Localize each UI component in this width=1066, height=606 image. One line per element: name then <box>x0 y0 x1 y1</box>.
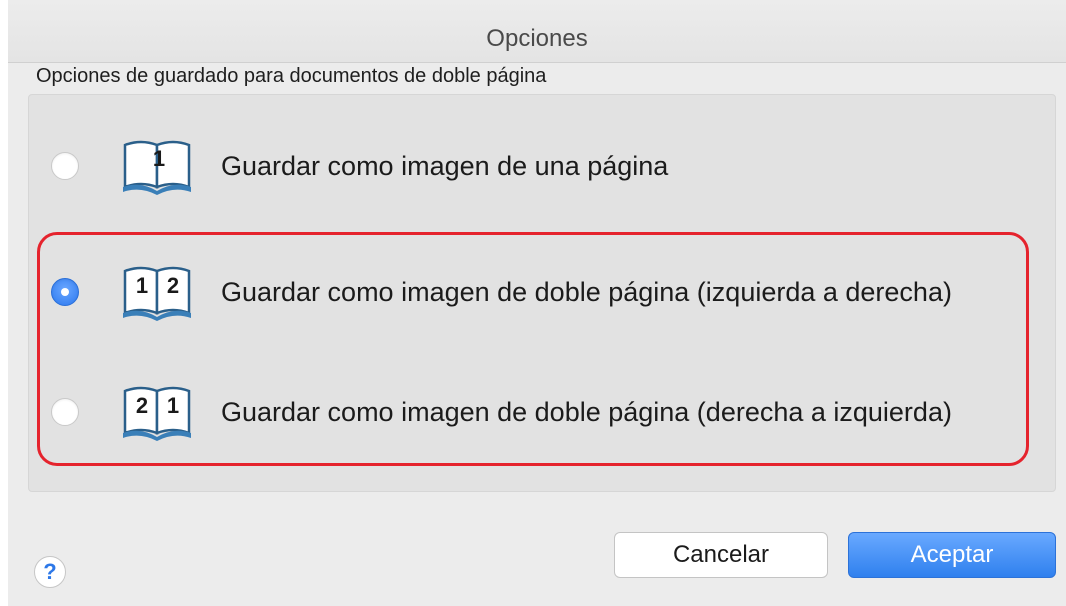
book-page-number: 1 <box>153 146 165 171</box>
highlight-annotation-box <box>37 232 1029 466</box>
title-bar[interactable]: Opciones <box>8 0 1066 63</box>
help-button[interactable]: ? <box>34 556 66 588</box>
option-single-page[interactable]: 1 Guardar como imagen de una página <box>29 137 1055 197</box>
options-dialog: Opciones Opciones de guardado para docum… <box>8 0 1066 606</box>
window-title: Opciones <box>486 25 588 52</box>
radio-single-page[interactable] <box>51 152 79 180</box>
book-single-page-icon: 1 <box>123 140 191 195</box>
accept-button[interactable]: Aceptar <box>848 532 1056 578</box>
group-label: Opciones de guardado para documentos de … <box>36 65 547 87</box>
cancel-button[interactable]: Cancelar <box>614 532 828 578</box>
option-label: Guardar como imagen de una página <box>221 151 669 181</box>
